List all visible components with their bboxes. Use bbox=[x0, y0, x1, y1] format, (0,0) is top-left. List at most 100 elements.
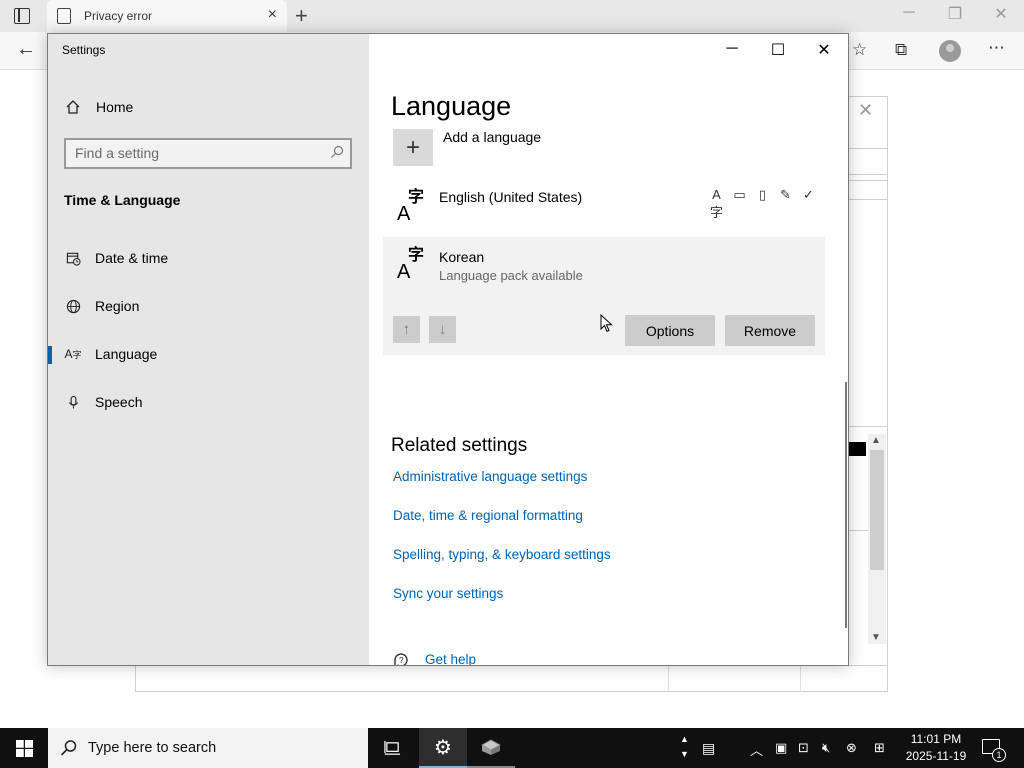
settings-content: ─ ☐ ✕ Language + Add a language A字 Engli… bbox=[369, 34, 848, 665]
news-widget-icon[interactable]: ▤ bbox=[702, 740, 715, 757]
task-view-icon bbox=[383, 740, 400, 755]
input-method-icon[interactable]: ⊞ bbox=[874, 740, 885, 756]
restore-icon[interactable]: ❐ bbox=[932, 4, 978, 24]
tab-title: Privacy error bbox=[84, 9, 153, 23]
link-date-time-regional[interactable]: Date, time & regional formatting bbox=[393, 508, 583, 523]
app-icon bbox=[481, 739, 501, 755]
mouse-cursor-icon bbox=[600, 314, 613, 333]
windows-logo-icon bbox=[15, 739, 33, 757]
collections-icon[interactable]: ⧉ bbox=[895, 40, 907, 60]
language-icon: A字 bbox=[397, 189, 425, 225]
divider bbox=[848, 148, 888, 149]
task-view-button[interactable] bbox=[368, 728, 416, 768]
window-close-icon[interactable]: ✕ bbox=[978, 4, 1024, 24]
search-icon[interactable] bbox=[330, 145, 344, 159]
maximize-icon[interactable]: ☐ bbox=[755, 40, 801, 60]
spell-check-icon: ✓ bbox=[803, 187, 814, 202]
new-tab-button[interactable]: + bbox=[295, 3, 308, 29]
window-title: Settings bbox=[62, 43, 106, 57]
window-close-icon[interactable]: ✕ bbox=[801, 40, 847, 60]
language-name: English (United States) bbox=[439, 189, 583, 205]
profile-icon[interactable] bbox=[939, 40, 961, 62]
close-icon[interactable]: × bbox=[268, 6, 277, 24]
volume-muted-icon[interactable]: 🔇︎ bbox=[822, 740, 830, 756]
arrow-down-icon: ↓ bbox=[438, 321, 447, 338]
link-spelling-typing-keyboard[interactable]: Spelling, typing, & keyboard settings bbox=[393, 547, 611, 562]
language-item-korean[interactable]: A字 Korean Language pack available ↑ ↓ Op… bbox=[383, 237, 825, 355]
language-features: A字 ▭ ▯ ✎ ✓ bbox=[708, 187, 817, 221]
minimize-icon[interactable]: ─ bbox=[886, 4, 932, 22]
meet-now-icon[interactable]: ▣ bbox=[775, 740, 787, 756]
clock-time: 11:01 PM bbox=[910, 732, 962, 746]
tab-actions-icon[interactable] bbox=[14, 8, 30, 24]
start-button[interactable] bbox=[0, 728, 48, 768]
globe-icon bbox=[65, 298, 81, 314]
plus-icon: + bbox=[405, 133, 420, 161]
back-arrow-icon[interactable]: ← bbox=[16, 38, 36, 61]
get-help-link[interactable]: Get help bbox=[425, 652, 476, 665]
page-icon bbox=[57, 8, 71, 24]
divider bbox=[848, 199, 888, 200]
favorites-star-icon[interactable]: ☆ bbox=[852, 40, 867, 60]
scroll-arrows-icon[interactable]: ▲ ▼ bbox=[680, 732, 689, 762]
clock-date: 2025-11-19 bbox=[905, 749, 967, 763]
scroll-up-icon[interactable]: ▲ bbox=[871, 435, 881, 446]
add-language-button[interactable]: + bbox=[393, 129, 433, 166]
divider bbox=[800, 666, 801, 692]
network-icon[interactable]: ⊡ bbox=[798, 740, 809, 756]
speech-recognition-icon: ▯ bbox=[758, 187, 767, 202]
home-nav-item[interactable]: Home bbox=[65, 97, 133, 117]
taskbar: Type here to search ⚙ ▲ ▼ ▤ ︿ ▣ ⊡ 🔇︎ ⊗ ⊞ … bbox=[0, 728, 1024, 768]
page-title: Language bbox=[391, 91, 512, 121]
scroll-down-icon[interactable]: ▼ bbox=[871, 632, 881, 643]
sidebar-item-label: Region bbox=[95, 298, 140, 314]
divider bbox=[848, 174, 888, 175]
more-icon[interactable]: ⋯ bbox=[988, 38, 1005, 58]
error-icon[interactable]: ⊗ bbox=[846, 740, 857, 756]
calendar-clock-icon bbox=[65, 250, 81, 266]
microphone-icon bbox=[65, 394, 81, 410]
sidebar-item-date-time[interactable]: Date & time bbox=[48, 243, 369, 273]
divider bbox=[848, 426, 888, 427]
browser-tab[interactable]: Privacy error × bbox=[47, 0, 287, 32]
taskbar-search[interactable]: Type here to search bbox=[48, 728, 368, 768]
handwriting-icon: ✎ bbox=[780, 187, 791, 202]
settings-search-input[interactable] bbox=[75, 145, 320, 161]
dialog-close-icon[interactable]: ✕ bbox=[858, 100, 873, 121]
language-icon: A字 bbox=[397, 247, 425, 283]
taskbar-search-placeholder: Type here to search bbox=[88, 740, 217, 756]
sidebar-item-language[interactable]: A字 Language bbox=[48, 339, 369, 369]
taskbar-settings-app[interactable]: ⚙ bbox=[419, 728, 467, 768]
move-up-button[interactable]: ↑ bbox=[393, 316, 420, 343]
gear-icon: ⚙ bbox=[434, 736, 452, 759]
home-icon bbox=[65, 99, 81, 115]
link-sync-settings[interactable]: Sync your settings bbox=[393, 586, 503, 601]
sidebar-item-label: Speech bbox=[95, 394, 143, 410]
content-scrollbar[interactable] bbox=[845, 382, 847, 628]
add-language-label[interactable]: Add a language bbox=[443, 129, 541, 145]
settings-search-box[interactable] bbox=[64, 138, 352, 169]
settings-sidebar: Settings Home Time & Language Date & tim… bbox=[48, 34, 369, 665]
divider bbox=[848, 530, 868, 531]
sidebar-item-region[interactable]: Region bbox=[48, 291, 369, 321]
taskbar-clock[interactable]: 11:01 PM 2025-11-19 bbox=[898, 731, 974, 765]
settings-window: Settings Home Time & Language Date & tim… bbox=[47, 33, 849, 666]
options-button[interactable]: Options bbox=[625, 315, 715, 346]
display-language-icon: A字 bbox=[709, 187, 723, 220]
color-swatch bbox=[848, 442, 866, 456]
scrollbar-thumb[interactable] bbox=[870, 450, 884, 570]
help-icon: ? bbox=[393, 652, 409, 665]
remove-button[interactable]: Remove bbox=[725, 315, 815, 346]
language-item-english[interactable]: A字 English (United States) A字 ▭ ▯ ✎ ✓ bbox=[383, 179, 825, 237]
background-footer bbox=[135, 666, 888, 692]
minimize-icon[interactable]: ─ bbox=[709, 40, 755, 58]
arrow-up-icon: ↑ bbox=[402, 321, 411, 338]
move-down-button[interactable]: ↓ bbox=[429, 316, 456, 343]
sidebar-item-speech[interactable]: Speech bbox=[48, 387, 369, 417]
text-to-speech-icon: ▭ bbox=[733, 187, 746, 202]
show-hidden-icons-icon[interactable]: ︿ bbox=[750, 740, 763, 759]
section-title: Time & Language bbox=[64, 192, 181, 208]
taskbar-app[interactable] bbox=[467, 728, 515, 768]
divider bbox=[668, 666, 669, 692]
link-admin-language-settings[interactable]: Administrative language settings bbox=[393, 469, 587, 484]
